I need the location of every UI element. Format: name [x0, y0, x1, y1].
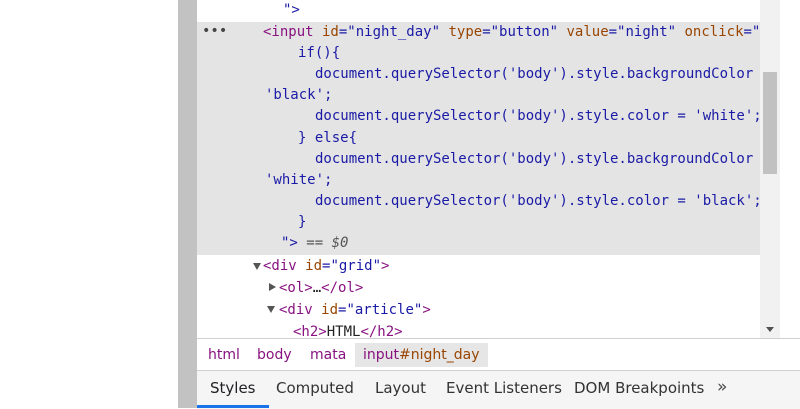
breadcrumb-input-night-day[interactable]: input#night_day — [355, 343, 488, 367]
code-token: document.querySelector('body').style.bac… — [315, 151, 771, 167]
code-token: ="night_day" — [338, 24, 441, 40]
code-token: </h2> — [360, 324, 403, 338]
code-token: id — [296, 258, 323, 274]
breadcrumb-active-id: #night_day — [399, 347, 480, 363]
elements-tree: ••• "> <input id="night_day" type="button… — [197, 0, 780, 338]
tab-styles[interactable]: Styles — [197, 371, 269, 408]
line-js-if[interactable]: if(){ — [298, 43, 340, 64]
panel-splitter[interactable] — [178, 0, 197, 408]
code-token: type — [440, 24, 483, 40]
selected-node-highlight — [197, 22, 780, 255]
line-js-white[interactable]: 'white'; — [265, 170, 332, 191]
line-js-color-black[interactable]: document.querySelector('body').style.col… — [315, 191, 762, 212]
expand-article-arrow-icon[interactable] — [267, 306, 275, 313]
code-token: <h2> — [293, 324, 327, 338]
code-token: document.querySelector('body').style.col… — [315, 193, 762, 209]
expand-grid-arrow-icon[interactable] — [253, 263, 261, 270]
code-token: <div — [279, 302, 313, 318]
code-token: "> — [281, 235, 298, 251]
line-js-close[interactable]: } — [298, 212, 306, 233]
scrollbar-thumb[interactable] — [763, 72, 777, 174]
line-js-bg-white[interactable]: document.querySelector('body').style.bac… — [315, 149, 770, 170]
line-js-color-white[interactable]: document.querySelector('body').style.col… — [315, 106, 762, 127]
line-div-article[interactable]: <div id="article"> — [279, 300, 431, 321]
code-token: ="night" — [608, 24, 677, 40]
code-token: <ol> — [279, 280, 313, 296]
code-token: ="grid" — [322, 258, 382, 274]
code-token: HTML — [326, 324, 361, 338]
sidebar-tabs: Styles Computed Layout Event Listeners D… — [197, 370, 800, 409]
code-token: =" — [743, 24, 761, 40]
code-token: onclick — [676, 24, 744, 40]
code-token: ="button" — [482, 24, 559, 40]
code-token: </ol> — [321, 280, 364, 296]
code-token: if(){ — [298, 45, 341, 61]
code-token: id — [312, 302, 339, 318]
devtools-panel: ••• "> <input id="night_day" type="button… — [197, 0, 800, 409]
tab-layout[interactable]: Layout — [362, 371, 439, 405]
code-token: > — [381, 258, 390, 274]
scroll-down-arrow-icon[interactable] — [766, 327, 774, 332]
breadcrumb-active-tag: input — [363, 347, 400, 363]
code-token: "> — [283, 2, 300, 18]
code-token: document.querySelector('body').style.col… — [315, 108, 762, 124]
tab-event-listeners[interactable]: Event Listeners — [433, 371, 575, 405]
code-token: value — [558, 24, 609, 40]
line-js-black[interactable]: 'black'; — [265, 85, 332, 106]
code-token: > — [422, 302, 431, 318]
line-input-close[interactable]: "> == $0 — [281, 233, 348, 254]
elements-scrollbar[interactable] — [760, 0, 780, 338]
breadcrumb-mata[interactable]: mata — [302, 343, 354, 367]
node-actions-ellipsis[interactable]: ••• — [202, 21, 227, 42]
expand-ol-arrow-icon[interactable] — [269, 283, 276, 291]
breadcrumb: html body mata input#night_day — [197, 338, 800, 371]
code-token: 'black'; — [265, 87, 333, 103]
more-tabs-chevron-icon[interactable]: » — [717, 371, 727, 405]
selected-node-marker: == $0 — [306, 235, 349, 251]
breadcrumb-body[interactable]: body — [249, 343, 300, 367]
line-ol[interactable]: <ol>…</ol> — [279, 278, 363, 299]
line-h2[interactable]: <h2>HTML</h2> — [293, 322, 403, 338]
code-token: ="article" — [338, 302, 423, 318]
breadcrumb-html[interactable]: html — [200, 343, 248, 367]
code-token: document.querySelector('body').style.bac… — [315, 66, 771, 82]
code-token: <div — [263, 258, 297, 274]
line-js-else[interactable]: } else{ — [298, 128, 357, 149]
line-div-grid[interactable]: <div id="grid"> — [263, 256, 389, 277]
code-token: … — [312, 280, 322, 296]
code-token: } — [298, 214, 307, 230]
code-token: id — [313, 24, 339, 40]
line-close-bracket[interactable]: "> — [283, 0, 300, 21]
code-token: 'white'; — [265, 172, 333, 188]
code-token: } else{ — [298, 130, 358, 146]
tab-computed[interactable]: Computed — [263, 371, 367, 405]
line-js-bg-black[interactable]: document.querySelector('body').style.bac… — [315, 64, 770, 85]
line-input-tag[interactable]: <input id="night_day" type="button" valu… — [263, 22, 760, 43]
tab-dom-breakpoints[interactable]: DOM Breakpoints — [561, 371, 717, 405]
code-token: <input — [263, 24, 314, 40]
page-viewport — [0, 0, 178, 408]
